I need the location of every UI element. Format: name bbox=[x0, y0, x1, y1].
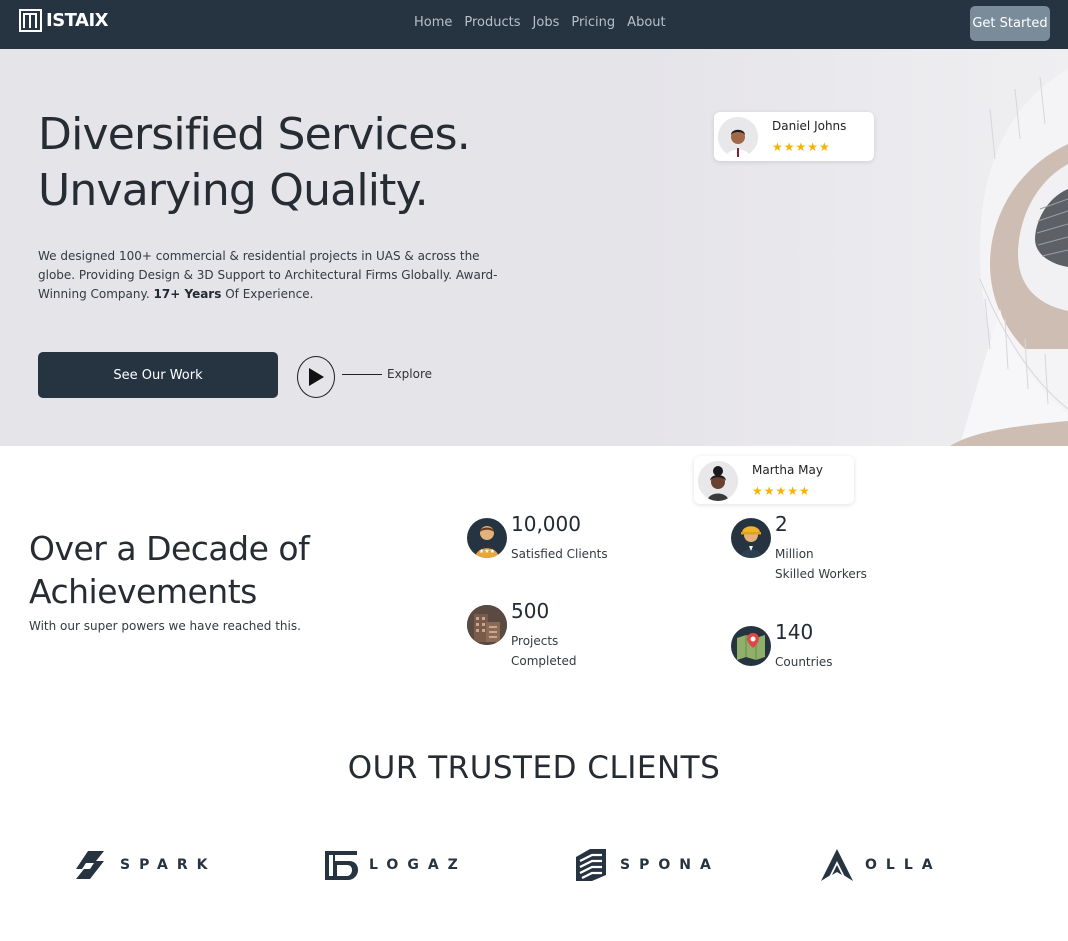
client-logo-spark: SPARK bbox=[74, 847, 217, 883]
achievements-title: Over a Decade of Achievements bbox=[29, 527, 310, 613]
client-name: SPARK bbox=[120, 857, 217, 873]
explore-label: Explore bbox=[387, 367, 433, 381]
avatar bbox=[698, 461, 738, 501]
nav-link-home[interactable]: Home bbox=[414, 15, 452, 30]
stat-value: 2 bbox=[775, 512, 788, 536]
hero-section: Diversified Services. Unvarying Quality.… bbox=[0, 49, 1068, 446]
stat-label: Projects Completed bbox=[511, 631, 576, 671]
achievements-title-line1: Over a Decade of bbox=[29, 529, 310, 568]
get-started-button[interactable]: Get Started bbox=[970, 6, 1050, 41]
nav-link-about[interactable]: About bbox=[627, 15, 665, 30]
stat-label: Million Skilled Workers bbox=[775, 544, 867, 584]
client-name: SPONA bbox=[620, 857, 720, 873]
client-logo-olla: OLLA bbox=[819, 847, 942, 883]
nav-links: Home Products Jobs Pricing About bbox=[414, 15, 678, 30]
explore-line bbox=[342, 373, 382, 375]
stat-label: Countries bbox=[775, 655, 833, 669]
avatar-man-image bbox=[718, 117, 758, 157]
hero-description-bold: 17+ Years bbox=[153, 287, 222, 301]
nav-link-jobs[interactable]: Jobs bbox=[533, 15, 560, 30]
spona-logo-icon bbox=[576, 849, 606, 881]
skilled-worker-icon bbox=[731, 518, 771, 558]
achievements-title-line2: Achievements bbox=[29, 572, 257, 611]
rating-stars: ★★★★★ bbox=[752, 484, 811, 498]
spark-logo-icon bbox=[76, 851, 104, 879]
reviewer-name: Martha May bbox=[752, 463, 823, 477]
stat-value: 140 bbox=[775, 620, 814, 644]
play-video-button[interactable] bbox=[297, 356, 335, 398]
play-icon bbox=[309, 368, 324, 386]
stat-skilled-workers: 2 Million Skilled Workers bbox=[731, 512, 931, 588]
stat-satisfied-clients: ★★★ 10,000 Satisfied Clients bbox=[467, 512, 667, 578]
stat-countries: 140 Countries bbox=[731, 620, 931, 676]
brand[interactable]: ISTAIX bbox=[19, 8, 109, 32]
stat-value: 500 bbox=[511, 599, 550, 623]
stat-projects-completed: 500 Projects Completed bbox=[467, 599, 667, 675]
olla-logo-icon bbox=[821, 849, 853, 881]
rating-stars: ★★★★★ bbox=[772, 140, 831, 154]
logaz-logo-icon bbox=[325, 851, 358, 880]
client-name: OLLA bbox=[865, 857, 942, 873]
client-logo-spona: SPONA bbox=[574, 847, 720, 883]
hero-headline-line1: Diversified Services. bbox=[38, 109, 471, 160]
explore-link[interactable]: Explore bbox=[342, 367, 432, 381]
navbar: ISTAIX Home Products Jobs Pricing About … bbox=[0, 0, 1068, 49]
map-pin-icon bbox=[731, 626, 771, 666]
hero-headline: Diversified Services. Unvarying Quality. bbox=[38, 107, 471, 219]
review-card-martha: Martha May ★★★★★ bbox=[694, 456, 854, 504]
see-our-work-button[interactable]: See Our Work bbox=[38, 352, 278, 398]
svg-text:★★★: ★★★ bbox=[479, 548, 495, 555]
avatar-woman-image bbox=[698, 461, 738, 501]
stat-label-line2: Completed bbox=[511, 654, 577, 668]
hero-description-end: Of Experience. bbox=[225, 287, 314, 301]
satisfied-client-icon: ★★★ bbox=[467, 518, 507, 558]
stat-label-line2: Skilled Workers bbox=[775, 567, 867, 581]
review-card-daniel: Daniel Johns ★★★★★ bbox=[714, 112, 874, 161]
stat-label-line1: Million bbox=[775, 547, 814, 561]
clients-title: OUR TRUSTED CLIENTS bbox=[347, 750, 721, 786]
reviewer-name: Daniel Johns bbox=[772, 119, 847, 133]
brand-name: ISTAIX bbox=[46, 9, 109, 31]
brand-logo-icon bbox=[19, 8, 42, 32]
hero-description: We designed 100+ commercial & residentia… bbox=[38, 247, 508, 304]
client-logo-logaz: LOGAZ bbox=[323, 847, 467, 883]
hero-architecture-image bbox=[640, 49, 1068, 446]
stat-value: 10,000 bbox=[511, 512, 581, 536]
client-name: LOGAZ bbox=[369, 857, 467, 873]
stat-label: Satisfied Clients bbox=[511, 547, 608, 561]
avatar bbox=[718, 117, 758, 157]
achievements-subtitle: With our super powers we have reached th… bbox=[29, 619, 301, 633]
nav-link-pricing[interactable]: Pricing bbox=[571, 15, 615, 30]
nav-link-products[interactable]: Products bbox=[464, 15, 520, 30]
hero-headline-line2: Unvarying Quality. bbox=[38, 165, 429, 216]
stat-label-line1: Projects bbox=[511, 634, 559, 648]
building-icon bbox=[467, 605, 507, 645]
